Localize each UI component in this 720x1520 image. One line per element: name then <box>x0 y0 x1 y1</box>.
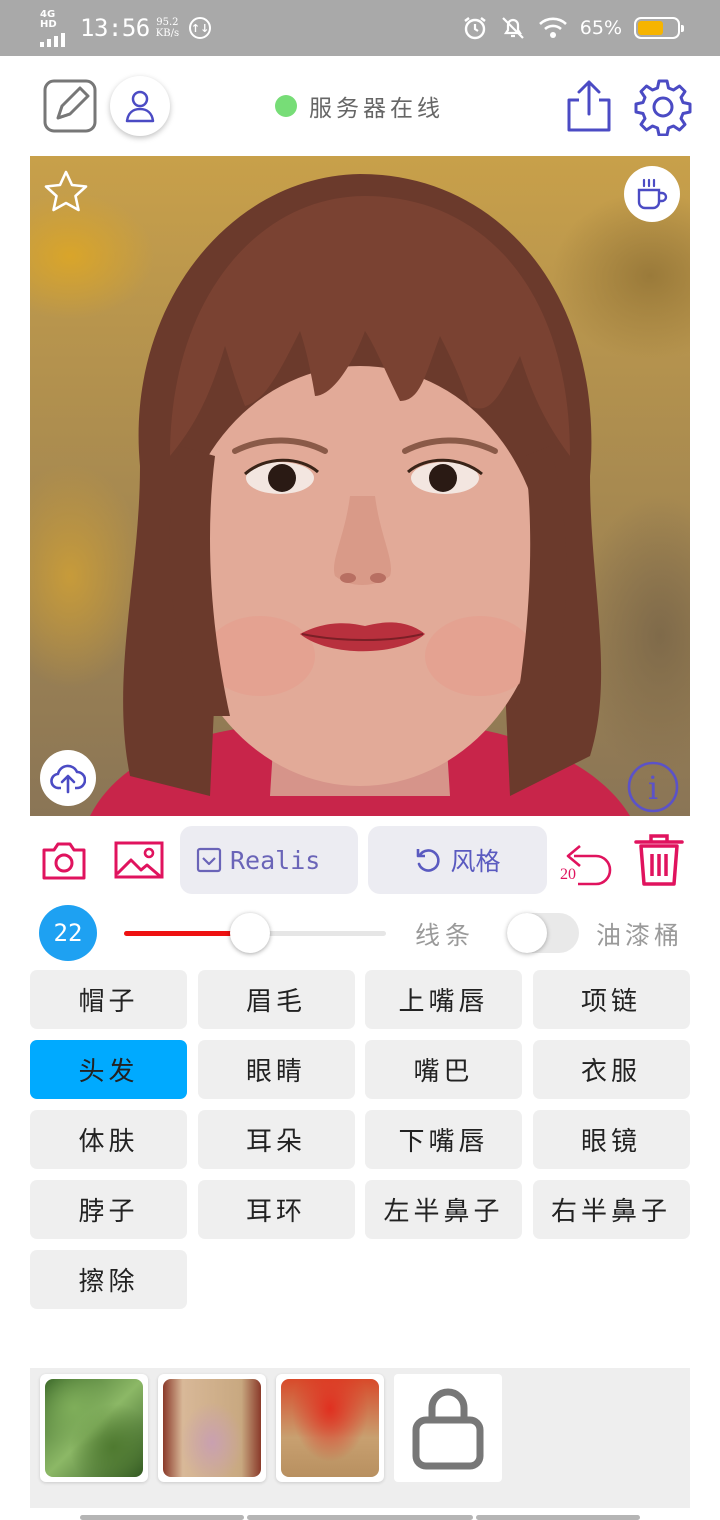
mute-icon <box>501 17 524 39</box>
nav-indicator <box>476 1515 640 1520</box>
user-button[interactable] <box>110 76 170 136</box>
camera-icon[interactable] <box>40 838 88 882</box>
part-button[interactable]: 眼睛 <box>197 1040 355 1099</box>
network-speed: 95.2 KB/s <box>156 17 179 39</box>
coffee-cup-button[interactable] <box>624 166 680 222</box>
edit-square-icon[interactable] <box>42 78 98 134</box>
model-selector-button[interactable]: Realis <box>180 826 358 894</box>
cloud-upload-button[interactable] <box>40 750 96 806</box>
checkbox-icon <box>196 847 222 873</box>
action-row: Realis 风格 20 <box>0 826 720 894</box>
style-thumbnail-tray <box>30 1368 690 1508</box>
user-icon <box>125 90 155 123</box>
part-button[interactable]: 下嘴唇 <box>365 1110 522 1169</box>
clock: 13:56 <box>80 14 150 42</box>
part-button[interactable]: 项链 <box>532 970 690 1029</box>
image-canvas[interactable]: i <box>30 156 690 816</box>
brush-size-badge: 22 <box>39 905 97 961</box>
data-saver-icon: ↑↓ <box>189 17 212 39</box>
signal-icon <box>40 32 74 47</box>
gear-icon[interactable] <box>634 78 692 136</box>
info-label: i <box>648 769 658 807</box>
line-mode-label: 线条 <box>415 921 476 950</box>
share-icon[interactable] <box>563 78 615 134</box>
part-button[interactable]: 帽子 <box>30 970 187 1029</box>
thumbnail-image <box>45 1379 143 1477</box>
nav-indicator <box>80 1515 244 1520</box>
part-button[interactable]: 头发 <box>30 1040 187 1099</box>
network-type: 4G HD <box>40 8 57 30</box>
thumbnail-image <box>163 1379 261 1477</box>
speed-unit: KB/s <box>155 28 180 39</box>
paint-bucket-label: 油漆桶 <box>596 921 684 950</box>
network-indicator: 4G HD <box>40 8 74 47</box>
nav-indicator <box>247 1515 473 1520</box>
style-thumbnail[interactable] <box>276 1374 384 1482</box>
alarm-icon <box>464 17 486 40</box>
undo-count: 20 <box>560 866 576 883</box>
thumbnail-image <box>281 1379 379 1477</box>
part-button[interactable]: 擦除 <box>30 1250 187 1309</box>
slider-thumb[interactable] <box>229 913 270 953</box>
style-thumbnail[interactable] <box>40 1374 148 1482</box>
part-button[interactable]: 眉毛 <box>197 970 355 1029</box>
part-button[interactable]: 嘴巴 <box>365 1040 522 1099</box>
toggle-knob <box>507 913 547 953</box>
brush-size-slider[interactable] <box>124 913 386 953</box>
paint-bucket-toggle[interactable] <box>507 913 579 953</box>
cloud-upload-icon <box>50 764 86 794</box>
part-button[interactable]: 耳环 <box>197 1180 355 1239</box>
part-button[interactable]: 体肤 <box>30 1110 187 1169</box>
status-bar: 4G HD 13:56 95.2 KB/s ↑↓ 65% <box>0 0 720 56</box>
server-status-text: 服务器在线 <box>309 96 444 122</box>
style-label: 风格 <box>450 847 501 876</box>
server-status: 服务器在线 <box>275 88 444 124</box>
part-button[interactable]: 眼镜 <box>532 1110 690 1169</box>
status-dot-icon <box>275 95 297 117</box>
locked-thumbnail[interactable] <box>394 1374 502 1482</box>
lock-icon <box>412 1388 484 1470</box>
part-button[interactable]: 脖子 <box>30 1180 187 1239</box>
info-icon[interactable]: i <box>626 760 680 814</box>
speed-value: 95.2 <box>156 17 179 28</box>
style-thumbnail[interactable] <box>158 1374 266 1482</box>
part-button[interactable]: 耳朵 <box>197 1110 355 1169</box>
coffee-cup-icon <box>637 178 668 210</box>
refresh-icon <box>417 849 441 872</box>
brush-controls: 22 线条 油漆桶 <box>0 904 720 962</box>
star-icon[interactable] <box>42 168 90 216</box>
top-toolbar: 服务器在线 <box>0 56 720 156</box>
trash-icon[interactable] <box>633 832 685 888</box>
wifi-icon <box>538 17 567 38</box>
battery-level <box>638 21 663 35</box>
battery-icon <box>634 17 684 39</box>
image-icon[interactable] <box>113 838 165 882</box>
battery-percent: 65% <box>579 17 622 39</box>
portrait-photo <box>90 174 630 816</box>
style-button[interactable]: 风格 <box>368 826 547 894</box>
part-button[interactable]: 衣服 <box>532 1040 690 1099</box>
part-button[interactable]: 右半鼻子 <box>532 1180 690 1239</box>
part-button[interactable]: 左半鼻子 <box>365 1180 522 1239</box>
part-button[interactable]: 上嘴唇 <box>365 970 522 1029</box>
model-label: Realis <box>230 845 321 875</box>
